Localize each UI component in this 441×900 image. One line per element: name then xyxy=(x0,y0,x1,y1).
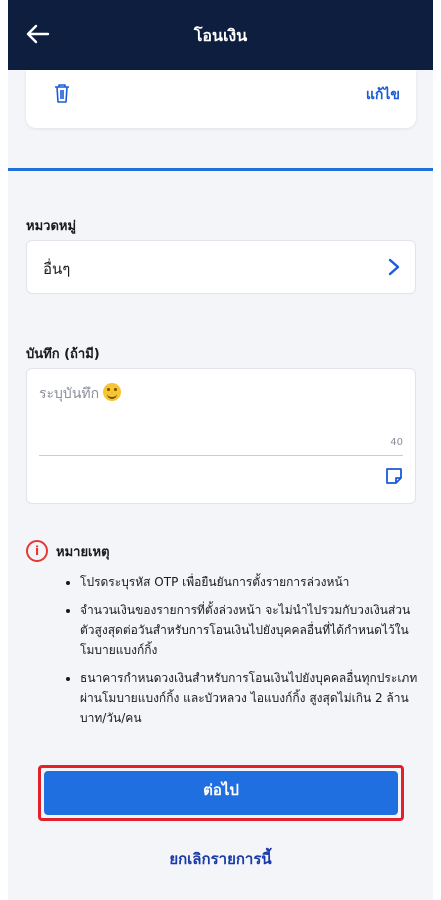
note-label: บันทึก (ถ้ามี) xyxy=(26,347,100,362)
cancel-link[interactable]: ยกเลิกรายการนี้ xyxy=(8,847,433,871)
phone-screen: โอนเงิน แก้ไข หมวดหมู่ อื่นๆ บันทึก (ถ้า… xyxy=(8,0,433,900)
trash-icon[interactable] xyxy=(52,82,72,104)
remarks-list: โปรดระบุรหัส OTP เพื่อยืนยันการตั้งรายกา… xyxy=(64,572,420,736)
category-value: อื่นๆ xyxy=(43,260,71,278)
next-button-highlight: ต่อไป xyxy=(38,765,404,821)
chevron-right-icon xyxy=(388,258,400,276)
next-button[interactable]: ต่อไป xyxy=(44,771,398,815)
list-item: จำนวนเงินของรายการที่ตั้งล่วงหน้า จะไม่น… xyxy=(80,600,420,660)
list-item: โปรดระบุรหัส OTP เพื่อยืนยันการตั้งรายกา… xyxy=(80,572,420,592)
recipient-card: แก้ไข xyxy=(26,70,416,128)
note-edit-icon[interactable] xyxy=(383,465,405,487)
section-divider xyxy=(8,168,433,171)
smiley-emoji-icon xyxy=(103,383,122,401)
edit-link[interactable]: แก้ไข xyxy=(366,84,400,106)
top-bar: โอนเงิน xyxy=(8,0,433,70)
note-field[interactable]: ระบุบันทึก 40 xyxy=(26,368,416,504)
info-icon: i xyxy=(26,540,48,562)
category-selector[interactable]: อื่นๆ xyxy=(26,240,416,294)
char-counter: 40 xyxy=(390,437,403,448)
note-underline xyxy=(39,455,403,456)
note-placeholder: ระบุบันทึก xyxy=(39,383,122,405)
list-item: ธนาคารกำหนดวงเงินสำหรับการโอนเงินไปยังบุ… xyxy=(80,668,420,728)
category-label: หมวดหมู่ xyxy=(26,219,77,234)
page-title: โอนเงิน xyxy=(193,26,248,45)
remarks-title: หมายเหตุ xyxy=(56,545,110,560)
